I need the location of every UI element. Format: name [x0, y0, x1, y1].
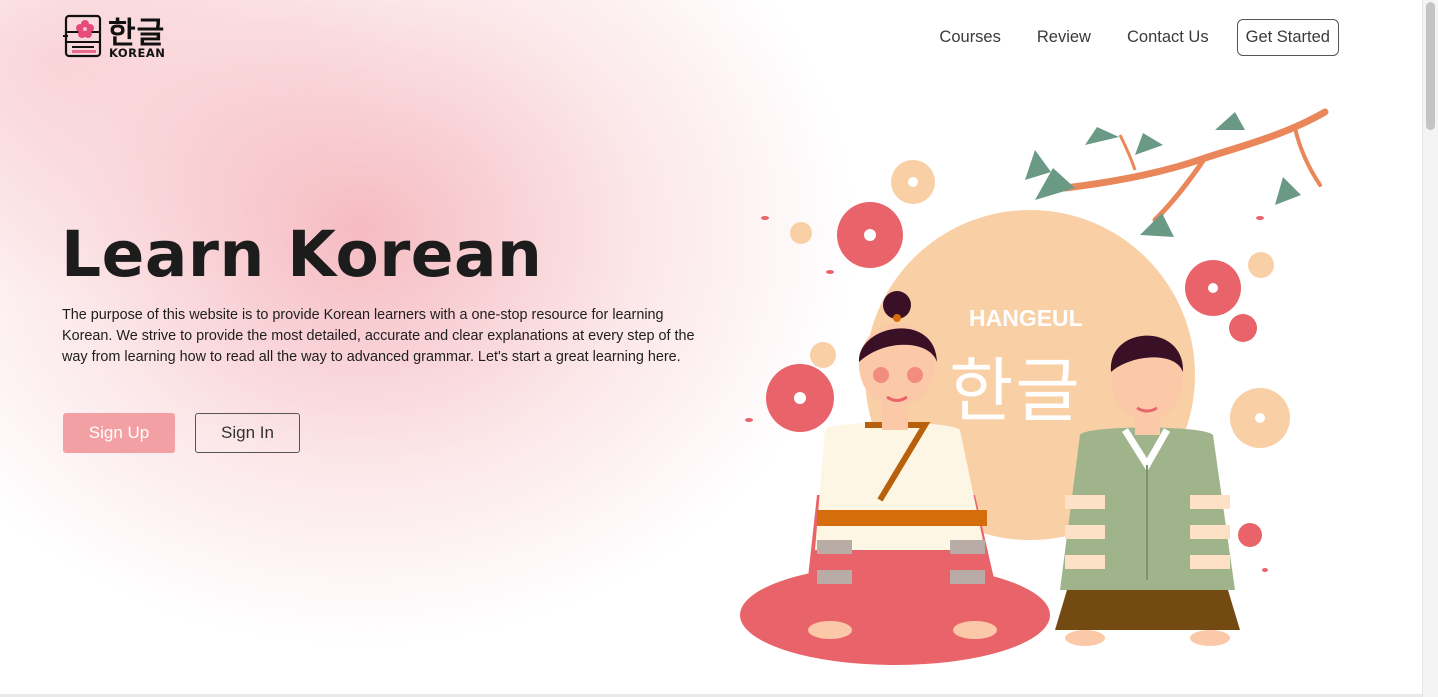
page-scrollbar[interactable]: [1422, 0, 1438, 697]
hanbok-couple-illustration: HANGEUL 한글: [735, 100, 1335, 675]
illustration-hangul: 한글: [949, 350, 1082, 432]
hero-title: Learn Korean: [61, 218, 543, 291]
sign-up-button[interactable]: Sign Up: [63, 413, 175, 453]
nav-review-link[interactable]: Review: [1037, 28, 1091, 47]
scrollbar-thumb[interactable]: [1426, 2, 1435, 130]
nav-contact-link[interactable]: Contact Us: [1127, 28, 1209, 47]
get-started-button[interactable]: Get Started: [1236, 18, 1339, 56]
illustration-label: HANGEUL: [969, 305, 1083, 331]
landing-page: 한글 KOREAN Courses Review Contact Us Get …: [0, 0, 1423, 697]
sign-in-button[interactable]: Sign In: [195, 413, 300, 453]
logo-word-text: KOREAN: [109, 46, 166, 60]
main-nav: Courses Review Contact Us Get Started: [939, 17, 1339, 57]
hero-description: The purpose of this website is to provid…: [62, 307, 695, 365]
brand-logo[interactable]: 한글 KOREAN: [63, 12, 173, 62]
nav-courses-link[interactable]: Courses: [939, 28, 1000, 47]
book-flower-icon: [63, 14, 102, 58]
